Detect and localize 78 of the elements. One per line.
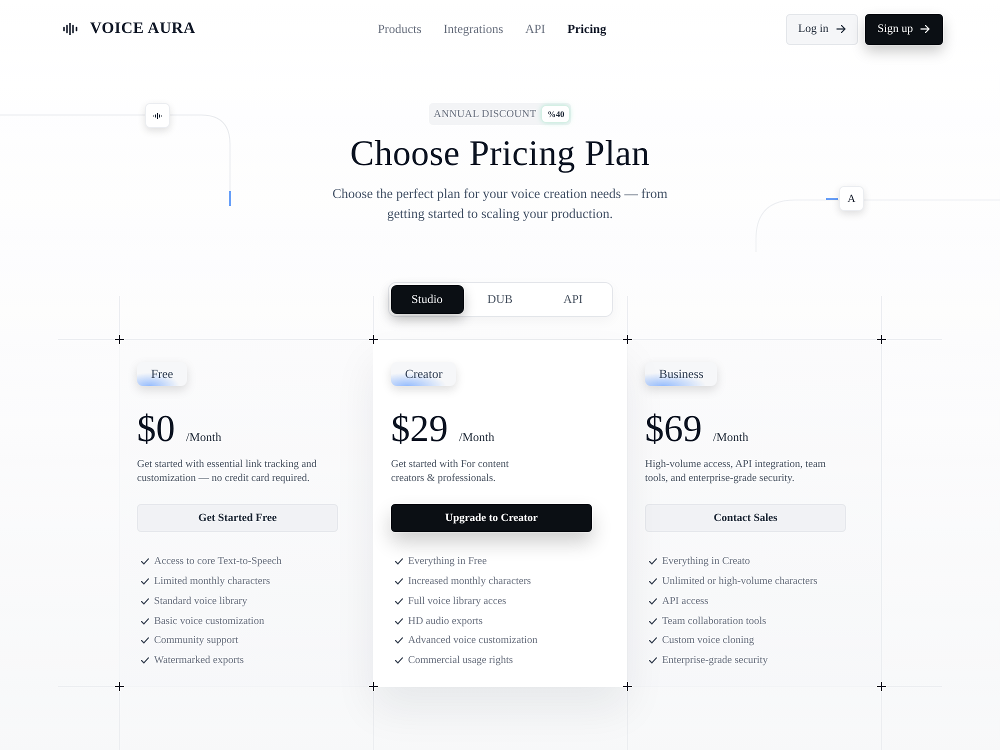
plan-price: $69 [645,407,702,451]
discount-value: %40 [542,106,570,122]
checkmark-icon [141,637,149,644]
feature-text: Enterprise-grade security [662,655,768,666]
plan-description: Get started with essential link tracking and customization — no credit card required. [137,458,318,486]
feature-text: Limited monthly characters [154,576,270,588]
feature-text: Commercial usage rights [408,655,513,666]
checkmark-icon [649,558,657,566]
nav-link[interactable]: Products [378,22,422,36]
feature-text: Advanced voice customization [408,635,538,646]
feature-text: Everything in Free [408,556,487,568]
feature-text: Custom voice cloning [662,635,754,646]
checkmark-icon [649,598,657,605]
checkmark-icon [649,578,657,586]
feature-text: Basic voice customization [154,616,264,627]
checkmark-icon [395,578,403,586]
feature-text: Community support [154,635,238,646]
plus-icon [115,335,124,344]
signup-button[interactable]: Sign up [864,14,943,44]
plus-icon [877,682,886,691]
plus-icon [369,682,378,691]
page-title: Choose Pricing Plan [350,132,650,175]
feature-text: Standard voice library [154,596,248,607]
arrow-right-icon [920,24,930,34]
feature-text: Access to core Text-to-Speech [154,556,282,568]
arrow-right-icon [836,24,846,34]
feature-text: Full voice library acces [408,596,506,607]
plus-icon [877,335,886,344]
checkmark-icon [649,657,657,664]
tab[interactable]: Studio [390,285,464,314]
feature-text: HD audio exports [408,616,483,627]
plan-name-badge: Free [137,362,188,386]
feature-text: Team collaboration tools [662,616,766,627]
checkmark-icon [395,598,403,605]
tab[interactable]: API [536,285,610,314]
checkmark-icon [141,558,149,566]
tab[interactable]: DUB [464,285,536,314]
checkmark-icon [395,637,403,644]
price-period: /Month [186,430,222,445]
plus-icon [115,682,124,691]
checkmark-icon [649,637,657,644]
checkmark-icon [395,558,403,566]
plus-icon [623,335,632,344]
nav-link[interactable]: Integrations [443,22,504,36]
page-subtitle: Choose the perfect plan for your voice creation needs — from getting started to scaling your production. [332,185,668,223]
plan-description: High-volume access, API integration, team tools, and enterprise-grade security. [645,458,827,486]
checkmark-icon [141,657,149,664]
plus-icon [623,682,632,691]
checkmark-icon [141,578,149,586]
checkmark-icon [141,598,149,605]
plan-name-badge: Business [645,362,718,386]
price-period: /Month [713,430,748,445]
plan-name-badge: Creator [391,362,456,386]
brand-name: VOICE AURA [90,20,196,38]
plan-action-button[interactable]: Upgrade to Creator [391,504,592,532]
nav-link[interactable]: API [525,22,546,36]
plan-price: $29 [391,407,448,451]
waveform-logo-icon [63,23,78,35]
checkmark-icon [395,657,403,664]
waveform-icon [145,103,170,128]
login-button[interactable]: Log in [786,14,858,44]
checkmark-icon [649,618,657,625]
plus-icon [369,335,378,344]
plan-action-button[interactable]: Get Started Free [137,504,338,532]
feature-text: API access [662,596,708,607]
price-period: /Month [459,430,494,445]
feature-text: Watermarked exports [154,655,244,666]
feature-text: Everything in Creato [662,556,750,568]
checkmark-icon [395,618,403,625]
nav-link[interactable]: Pricing [567,22,606,36]
discount-label: ANNUAL DISCOUNT [434,108,536,120]
letter-tile: A [839,186,864,211]
plan-description: Get started with For content creators & professionals. [391,458,510,486]
feature-text: Unlimited or high-volume characters [662,576,818,588]
feature-text: Increased monthly characters [408,576,532,588]
plan-price: $0 [137,407,175,451]
checkmark-icon [141,618,149,625]
plan-action-button[interactable]: Contact Sales [645,504,846,532]
